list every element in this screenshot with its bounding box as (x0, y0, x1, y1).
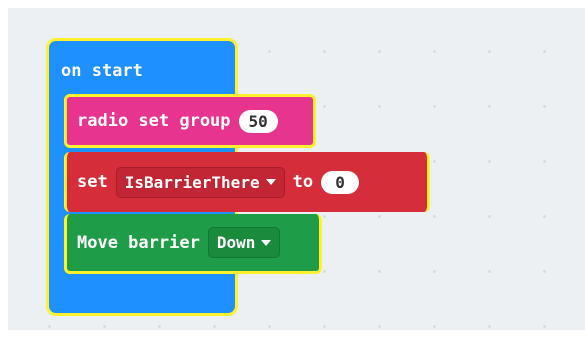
variable-dropdown[interactable]: IsBarrierThere (115, 166, 285, 198)
blocks-workspace[interactable]: on start radio set group 50 set IsBarrie… (8, 8, 585, 330)
move-barrier-block[interactable]: Move barrier Down (64, 214, 322, 274)
on-start-label: on start (61, 61, 143, 81)
radio-set-group-label: radio set group (77, 111, 231, 131)
radio-group-value-input[interactable]: 50 (238, 109, 278, 133)
variable-name: IsBarrierThere (124, 172, 260, 192)
radio-set-group-block[interactable]: radio set group 50 (64, 94, 316, 148)
direction-dropdown[interactable]: Down (207, 227, 281, 258)
dropdown-arrow-icon (265, 179, 276, 185)
to-label: to (292, 172, 314, 192)
move-barrier-label: Move barrier (77, 232, 200, 253)
dropdown-arrow-icon (261, 239, 272, 246)
set-value-input[interactable]: 0 (321, 170, 360, 194)
set-variable-block[interactable]: set IsBarrierThere to 0 (64, 152, 430, 212)
direction-value: Down (216, 233, 256, 252)
set-label: set (77, 172, 108, 192)
